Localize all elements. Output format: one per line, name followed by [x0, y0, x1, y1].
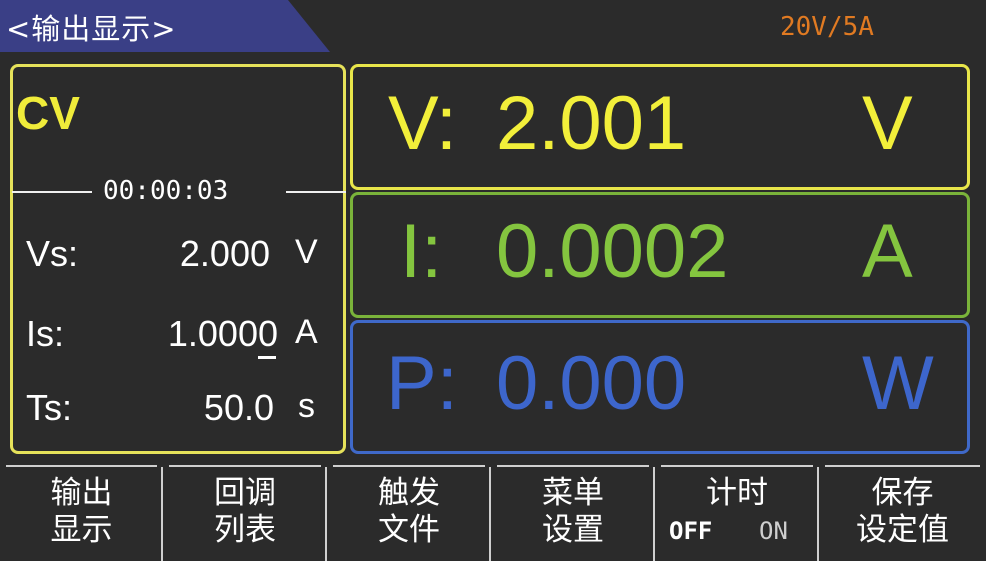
current-label: I:	[400, 209, 443, 294]
timer-divider-left	[12, 191, 92, 193]
timer-divider-right	[286, 191, 346, 193]
softkey-label-line1: 触发	[378, 475, 440, 511]
softkey-label-line2: 显示	[50, 512, 113, 548]
mode-indicator: CV	[16, 87, 80, 139]
voltage-value: 2.001	[496, 81, 687, 166]
ts-label: Ts:	[26, 387, 73, 428]
softkey-timer[interactable]: 计时 OFF ON	[655, 461, 819, 561]
power-value: 0.000	[496, 341, 687, 426]
vs-label: Vs:	[26, 233, 79, 274]
softkey-recall-list[interactable]: 回调 列表	[163, 461, 327, 561]
timer-off-option: OFF	[669, 517, 713, 545]
timer-display: 00:00:03	[103, 176, 229, 206]
softkey-output-display[interactable]: 输出 显示	[0, 461, 163, 561]
softkey-label-line2: 设置	[542, 512, 604, 548]
is-value[interactable]: 1.0000	[130, 313, 278, 355]
timer-on-option: ON	[759, 517, 788, 545]
edit-cursor	[258, 356, 276, 359]
instrument-screen: <输出显示> 20V/5A CV 00:00:03 Vs: 2.000 V Is…	[0, 0, 986, 561]
softkey-trigger-file[interactable]: 触发 文件	[327, 461, 491, 561]
ts-unit: s	[298, 387, 315, 425]
is-label: Is:	[26, 313, 65, 354]
power-label: P:	[386, 341, 458, 426]
vs-value[interactable]: 2.000	[150, 233, 270, 275]
page-title: <输出显示>	[6, 12, 177, 46]
softkey-label-line1: 保存	[871, 475, 934, 511]
ts-value[interactable]: 50.0	[160, 387, 274, 429]
power-unit: W	[862, 341, 934, 426]
current-unit: A	[862, 209, 913, 294]
softkey-label-line2: 列表	[214, 512, 276, 548]
voltage-unit: V	[862, 81, 913, 166]
softkey-menu-settings[interactable]: 菜单 设置	[491, 461, 655, 561]
current-value: 0.0002	[496, 209, 729, 294]
softkey-label-line2: 文件	[378, 512, 440, 548]
is-unit: A	[295, 313, 318, 351]
softkey-label-line1: 输出	[50, 475, 113, 511]
softkey-bar: 输出 显示 回调 列表 触发 文件 菜单 设置 计时 OFF ON 保存 设定值	[0, 461, 986, 561]
range-indicator: 20V/5A	[780, 12, 874, 42]
softkey-label-line1: 计时	[706, 475, 768, 511]
softkey-label-line2: 设定值	[856, 512, 949, 548]
softkey-label-line1: 菜单	[542, 475, 604, 511]
voltage-label: V:	[388, 81, 457, 166]
softkey-save-settings[interactable]: 保存 设定值	[819, 461, 986, 561]
vs-unit: V	[295, 233, 318, 271]
softkey-label-line1: 回调	[214, 475, 276, 511]
